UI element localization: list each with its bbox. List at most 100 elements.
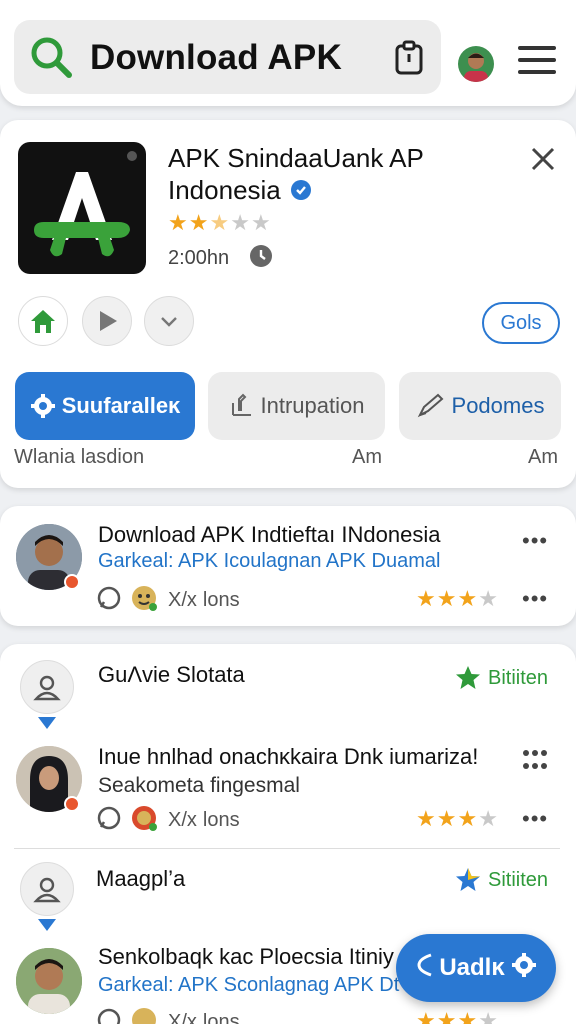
app-detail-card: APK SnindaaUank AP Indonesia ★★★★★ 2:00h…: [0, 120, 576, 488]
clock-icon: [249, 244, 273, 273]
comment-rating: ★★★★: [416, 1008, 499, 1024]
post-meta-row: X/x lons: [96, 584, 240, 617]
app-logo: [18, 142, 146, 274]
search-bar[interactable]: Download APK: [14, 20, 441, 94]
app-time: 2:00hn: [168, 247, 230, 269]
post-meta-text: lons: [202, 589, 240, 611]
mention-prefix: X/x: [168, 589, 197, 611]
post-card[interactable]: Download APK Indtieftaı INdonesia ••• Ga…: [0, 506, 576, 626]
star-icon: ★: [478, 586, 499, 611]
comment-meta-row: X/x lons: [96, 804, 240, 837]
footer-left-text: Wlania lasdion: [14, 446, 145, 468]
divider: [14, 848, 560, 849]
star-icon: ★: [416, 806, 437, 831]
mention-prefix: X/x: [168, 809, 197, 831]
star-icon: ★: [230, 210, 251, 235]
person-icon: [33, 877, 61, 903]
fab-label: Uadlĸ: [439, 954, 505, 981]
expand-button[interactable]: [144, 296, 194, 346]
play-icon: [100, 311, 117, 331]
status-badge: Bitiiten: [454, 664, 548, 692]
star-icon: ★: [436, 1008, 458, 1024]
star-icon: ★: [478, 806, 499, 831]
interruption-label: Intrupation: [260, 393, 365, 418]
chat-icon[interactable]: [96, 585, 122, 616]
edit-chart-icon: [231, 393, 251, 416]
post-subtitle-link[interactable]: Garkeal: APK Icoulagnan APK Duamal: [98, 550, 440, 573]
app-meta-row: 2:00hn: [168, 244, 273, 273]
comment-meta-row: X/x lons: [96, 1006, 240, 1024]
comment-title[interactable]: Senkolbaqk kac Ploecsia Itiniy: [98, 944, 394, 970]
footer-mid-text: Am: [352, 446, 382, 468]
user-avatar[interactable]: [458, 46, 494, 82]
close-icon[interactable]: [530, 146, 556, 177]
menu-icon[interactable]: [518, 44, 558, 81]
play-button[interactable]: [82, 296, 132, 346]
primary-action-label: Suufaralleĸ: [61, 393, 181, 418]
post-rating: ★★★★: [416, 586, 499, 612]
star-icon: ★: [168, 210, 189, 235]
mention-prefix: X/x: [168, 1011, 197, 1024]
gols-label: Gols: [500, 311, 542, 334]
comment-rating: ★★★★: [416, 806, 499, 832]
podomes-label: Podomes: [451, 393, 545, 418]
star-icon: ★: [457, 586, 479, 611]
sticker-icon[interactable]: [130, 1006, 158, 1024]
star-icon: ★: [436, 586, 458, 611]
comment-meta-text: lons: [202, 809, 240, 831]
grid-menu-icon[interactable]: [522, 748, 548, 777]
star-icon: ★: [478, 1008, 499, 1024]
status-badge: Sitiiten: [454, 866, 548, 894]
podomes-button[interactable]: Podomes: [399, 372, 561, 440]
group-header-name: GuΛvie Slotata: [98, 662, 245, 687]
sticker-icon[interactable]: [130, 804, 158, 837]
home-icon: [31, 310, 55, 333]
gols-button[interactable]: Gols: [482, 302, 560, 344]
commenter-avatar[interactable]: [16, 948, 82, 1014]
comment-subtitle-link[interactable]: Garkeal: APK Sconlagnag APK Dt: [98, 974, 399, 997]
gear-icon: [511, 952, 537, 985]
user-placeholder-avatar[interactable]: [20, 660, 74, 714]
comment-meta-text: lons: [202, 1011, 240, 1024]
search-icon[interactable]: [28, 34, 74, 85]
chat-icon[interactable]: [96, 1007, 122, 1024]
comment-subtitle: Seakometa fingesmal: [98, 774, 300, 797]
star-icon: ★: [457, 806, 479, 831]
footer-right-text: Am: [528, 446, 558, 468]
interruption-button[interactable]: Intrupation: [208, 372, 385, 440]
sticker-icon[interactable]: [130, 584, 158, 617]
more-options-icon[interactable]: •••: [522, 806, 548, 832]
home-button[interactable]: [18, 296, 68, 346]
top-app-bar: Download APK: [0, 0, 576, 106]
pointer-triangle-icon: [38, 918, 56, 936]
refresh-arc-icon: [415, 951, 435, 986]
status-badge-label: Sitiiten: [488, 868, 549, 891]
more-options-icon[interactable]: •••: [522, 528, 548, 554]
star-badge-icon: [456, 868, 480, 891]
chat-icon[interactable]: [96, 805, 122, 836]
star-icon: ★: [416, 586, 437, 611]
status-badge-label: Bitiiten: [488, 666, 549, 689]
star-icon: ★: [250, 210, 272, 235]
search-query[interactable]: Download APK: [90, 38, 342, 78]
star-icon: ★: [188, 210, 210, 235]
pointer-triangle-icon: [38, 716, 56, 734]
primary-action-button[interactable]: Suufaralleĸ: [15, 372, 195, 440]
star-icon: ★: [416, 1008, 437, 1024]
post-title[interactable]: Download APK Indtieftaı INdonesia: [98, 522, 440, 548]
comment-title[interactable]: Inue hnlhad onachĸkaira Dnk iumarizaǃ: [98, 744, 478, 770]
chevron-down-icon: [161, 317, 177, 327]
clipboard-icon[interactable]: [394, 40, 426, 81]
star-badge-icon: [456, 666, 480, 689]
user-placeholder-avatar[interactable]: [20, 862, 74, 916]
app-title: APK SnindaaUank AP Indonesia: [168, 142, 498, 208]
floating-action-button[interactable]: Uadlĸ: [396, 934, 556, 1002]
star-icon: ★: [436, 806, 458, 831]
pen-icon: [417, 393, 443, 418]
group-header-name: Maagpl’a: [96, 866, 186, 891]
commenter-badge-icon: [64, 796, 80, 817]
app-rating: ★★★★★: [168, 210, 272, 236]
star-icon: ★: [457, 1008, 479, 1024]
person-icon: [33, 675, 61, 701]
more-options-icon[interactable]: •••: [522, 586, 548, 612]
